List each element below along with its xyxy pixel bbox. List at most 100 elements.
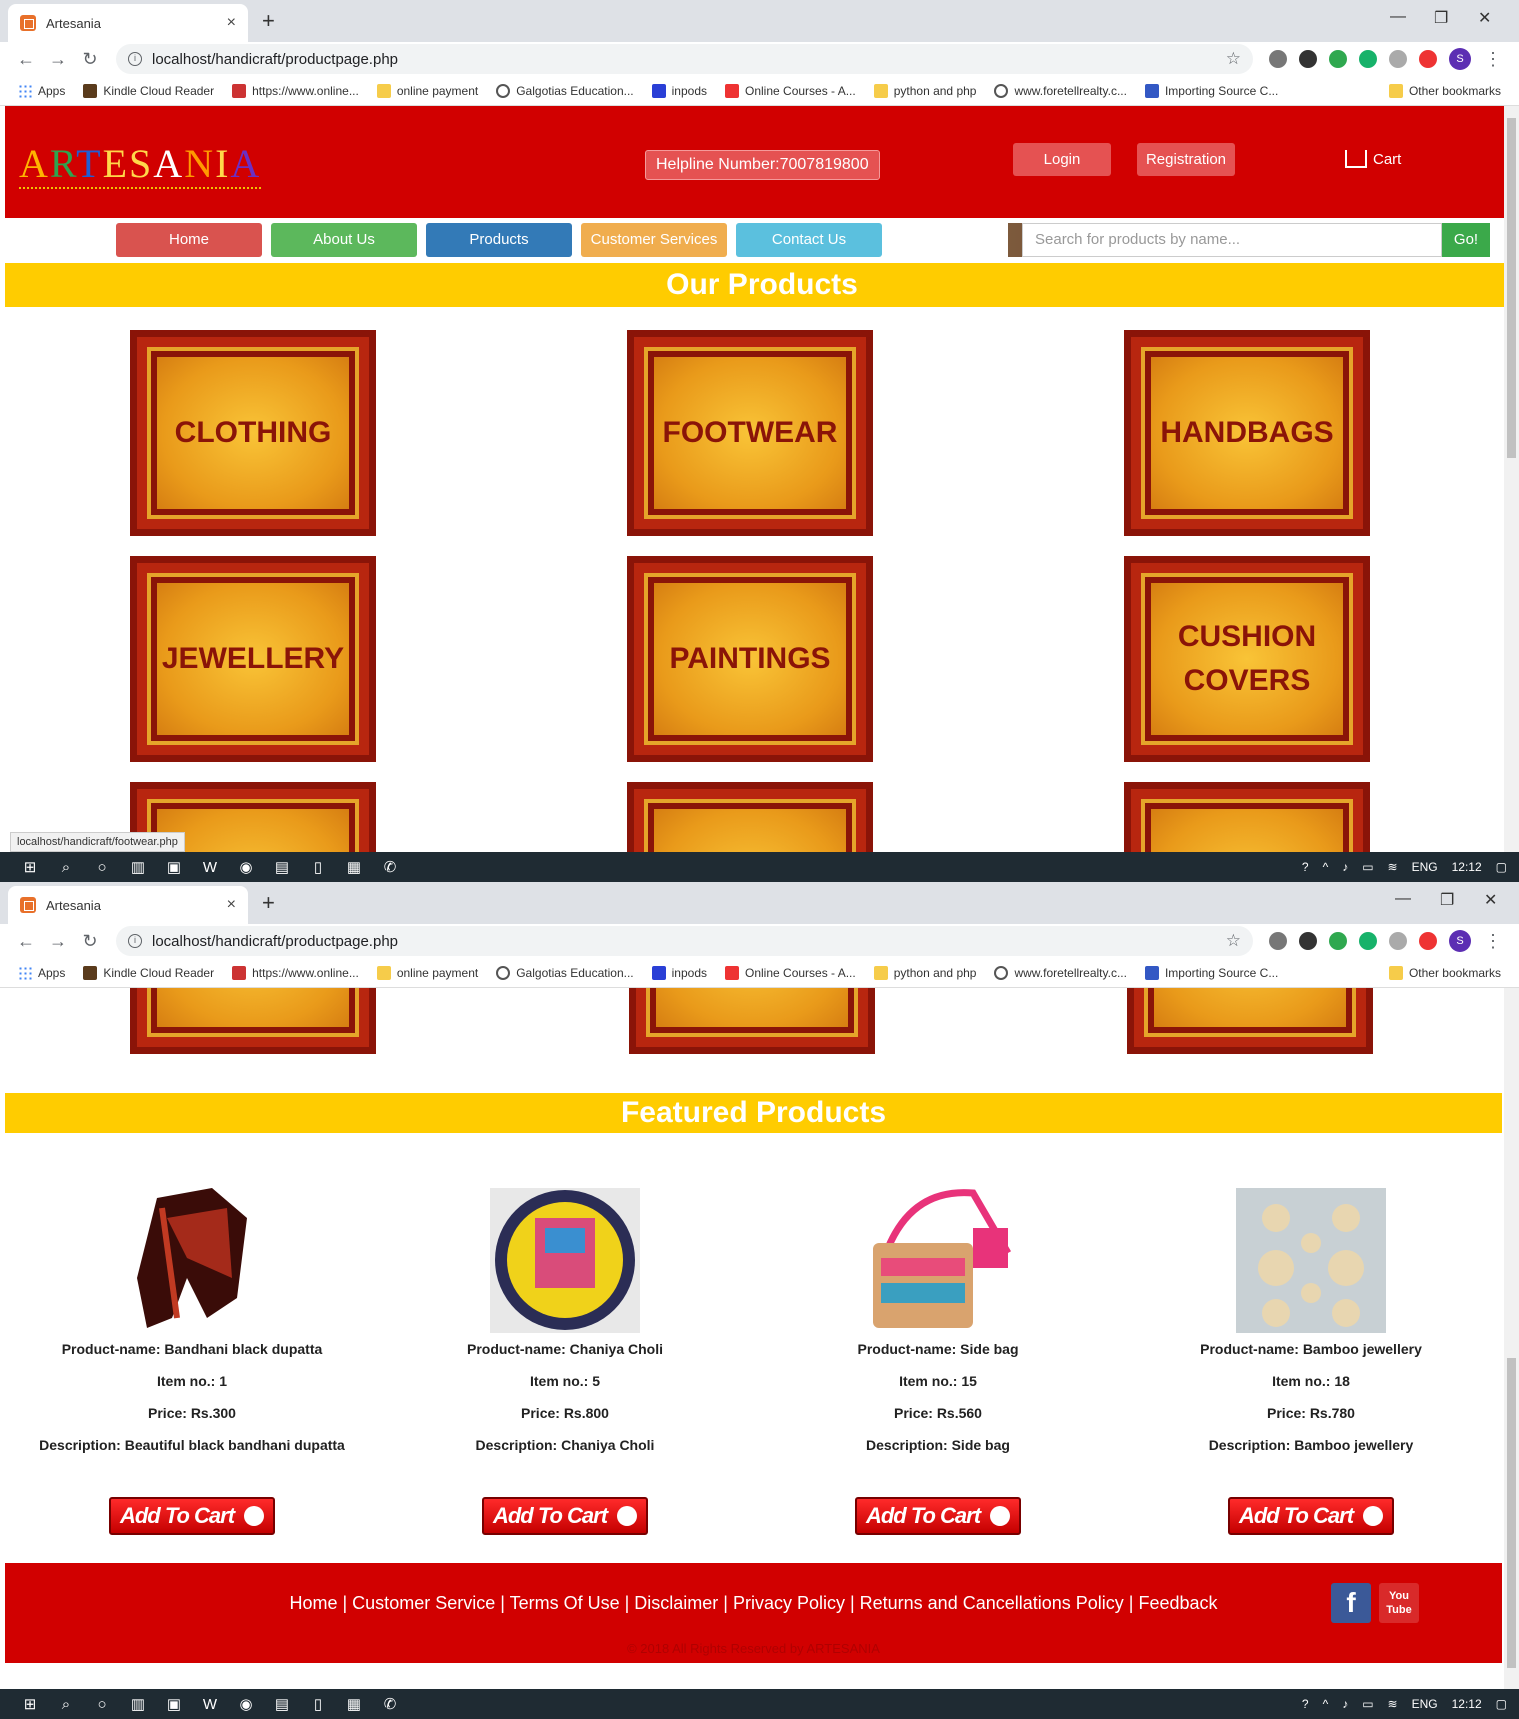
- bookmark-online-payment[interactable]: online payment: [376, 965, 478, 980]
- category-tile[interactable]: [629, 988, 875, 1054]
- maximize-icon[interactable]: ❐: [1434, 8, 1448, 28]
- task-view-icon[interactable]: ▥: [120, 858, 156, 876]
- product-image-dupatta[interactable]: [117, 1188, 267, 1333]
- forward-icon[interactable]: →: [42, 931, 74, 952]
- chrome-icon[interactable]: ◉: [228, 1695, 264, 1713]
- menu-dots-icon[interactable]: ⋮: [1477, 49, 1509, 70]
- page-scrollbar[interactable]: [1504, 106, 1519, 852]
- artesania-logo[interactable]: ARTESANIA: [19, 140, 262, 189]
- store-icon[interactable]: ▣: [156, 1695, 192, 1713]
- extension-icon[interactable]: [1269, 932, 1287, 950]
- minimize-icon[interactable]: —: [1390, 8, 1406, 26]
- login-button[interactable]: Login: [1013, 143, 1111, 176]
- address-bar[interactable]: i localhost/handicraft/productpage.php ☆: [116, 44, 1253, 74]
- close-window-icon[interactable]: ✕: [1484, 890, 1497, 910]
- grammarly-icon[interactable]: [1359, 50, 1377, 68]
- cortana-icon[interactable]: ○: [84, 1696, 120, 1713]
- bookmark-galgotias[interactable]: Galgotias Education...: [496, 965, 634, 980]
- search-icon[interactable]: ⌕: [48, 859, 84, 876]
- category-cushion-covers[interactable]: CUSHION COVERS: [1124, 556, 1370, 762]
- extension-icon[interactable]: [1299, 50, 1317, 68]
- extension-icon[interactable]: [1389, 50, 1407, 68]
- category-paintings[interactable]: PAINTINGS: [627, 556, 873, 762]
- search-input[interactable]: Search for products by name...: [1022, 223, 1442, 257]
- bookmark-foretell[interactable]: www.foretellrealty.c...: [994, 83, 1127, 98]
- close-tab-icon[interactable]: ×: [227, 14, 236, 32]
- bookmark-apps[interactable]: Apps: [18, 83, 65, 98]
- shield-extension-icon[interactable]: [1329, 50, 1347, 68]
- extension-icon[interactable]: [1389, 932, 1407, 950]
- product-image-side-bag[interactable]: [863, 1188, 1013, 1333]
- menu-dots-icon[interactable]: ⋮: [1477, 931, 1509, 952]
- add-to-cart-button[interactable]: Add To Cart: [109, 1497, 275, 1535]
- help-icon[interactable]: ?: [1302, 860, 1309, 874]
- bookmark-importing[interactable]: Importing Source C...: [1144, 965, 1278, 980]
- site-info-icon[interactable]: i: [128, 52, 142, 66]
- bookmark-star-icon[interactable]: ☆: [1226, 931, 1241, 951]
- product-image-bamboo-jewellery[interactable]: [1236, 1188, 1386, 1333]
- minimize-icon[interactable]: —: [1395, 890, 1411, 908]
- footer-links[interactable]: Home | Customer Service | Terms Of Use |…: [5, 1593, 1502, 1614]
- file-explorer-icon[interactable]: ▤: [264, 858, 300, 876]
- forward-icon[interactable]: →: [42, 49, 74, 70]
- maximize-icon[interactable]: ❐: [1440, 890, 1454, 910]
- chrome-icon[interactable]: ◉: [228, 858, 264, 876]
- search-icon[interactable]: ⌕: [48, 1696, 84, 1713]
- other-bookmarks[interactable]: Other bookmarks: [1388, 83, 1501, 98]
- reload-icon[interactable]: ↻: [74, 931, 106, 952]
- block-extension-icon[interactable]: [1419, 50, 1437, 68]
- notepad-icon[interactable]: ▯: [300, 1695, 336, 1713]
- back-icon[interactable]: ←: [10, 931, 42, 952]
- profile-avatar[interactable]: S: [1449, 48, 1471, 70]
- notepad-icon[interactable]: ▯: [300, 858, 336, 876]
- search-go-button[interactable]: Go!: [1442, 223, 1490, 257]
- windows-start-icon[interactable]: ⊞: [12, 1695, 48, 1713]
- registration-button[interactable]: Registration: [1137, 143, 1235, 176]
- new-tab-icon[interactable]: +: [262, 890, 275, 916]
- whatsapp-icon[interactable]: ✆: [372, 858, 408, 876]
- browser-tab[interactable]: Artesania ×: [8, 886, 248, 924]
- task-view-icon[interactable]: ▥: [120, 1695, 156, 1713]
- nav-contact-us[interactable]: Contact Us: [736, 223, 882, 257]
- close-window-icon[interactable]: ✕: [1478, 8, 1491, 28]
- store-icon[interactable]: ▣: [156, 858, 192, 876]
- bookmark-kindle[interactable]: Kindle Cloud Reader: [83, 965, 214, 980]
- bookmark-online[interactable]: https://www.online...: [232, 965, 359, 980]
- youtube-icon[interactable]: You Tube: [1379, 1583, 1419, 1623]
- wifi-icon[interactable]: ≋: [1388, 1697, 1398, 1711]
- battery-icon[interactable]: ▭: [1362, 860, 1373, 874]
- category-footwear[interactable]: FOOTWEAR: [627, 330, 873, 536]
- bookmark-galgotias[interactable]: Galgotias Education...: [496, 83, 634, 98]
- windows-start-icon[interactable]: ⊞: [12, 858, 48, 876]
- bookmark-python-php[interactable]: python and php: [873, 83, 976, 98]
- file-explorer-icon[interactable]: ▤: [264, 1695, 300, 1713]
- word-icon[interactable]: W: [192, 859, 228, 876]
- category-tile[interactable]: [130, 988, 376, 1054]
- product-image-chaniya-choli[interactable]: [490, 1188, 640, 1333]
- browser-tab[interactable]: Artesania ×: [8, 4, 248, 42]
- notifications-icon[interactable]: ▢: [1496, 860, 1507, 874]
- bookmark-inpods[interactable]: inpods: [651, 83, 707, 98]
- clock[interactable]: 12:12: [1452, 1697, 1482, 1711]
- close-tab-icon[interactable]: ×: [227, 896, 236, 914]
- add-to-cart-button[interactable]: Add To Cart: [482, 1497, 648, 1535]
- cortana-icon[interactable]: ○: [84, 859, 120, 876]
- back-icon[interactable]: ←: [10, 49, 42, 70]
- category-clothing[interactable]: CLOTHING: [130, 330, 376, 536]
- scrollbar-thumb[interactable]: [1507, 1358, 1516, 1668]
- bookmark-online-courses[interactable]: Online Courses - A...: [725, 83, 856, 98]
- bookmark-star-icon[interactable]: ☆: [1226, 49, 1241, 69]
- battery-icon[interactable]: ▭: [1362, 1697, 1373, 1711]
- bookmark-online[interactable]: https://www.online...: [232, 83, 359, 98]
- language-indicator[interactable]: ENG: [1412, 860, 1438, 874]
- bookmark-inpods[interactable]: inpods: [651, 965, 707, 980]
- extension-icon[interactable]: [1299, 932, 1317, 950]
- category-jewellery[interactable]: JEWELLERY: [130, 556, 376, 762]
- add-to-cart-button[interactable]: Add To Cart: [855, 1497, 1021, 1535]
- nav-home[interactable]: Home: [116, 223, 262, 257]
- page-scrollbar[interactable]: [1504, 988, 1519, 1689]
- bookmark-foretell[interactable]: www.foretellrealty.c...: [994, 965, 1127, 980]
- whatsapp-icon[interactable]: ✆: [372, 1695, 408, 1713]
- reload-icon[interactable]: ↻: [74, 49, 106, 70]
- bookmark-python-php[interactable]: python and php: [873, 965, 976, 980]
